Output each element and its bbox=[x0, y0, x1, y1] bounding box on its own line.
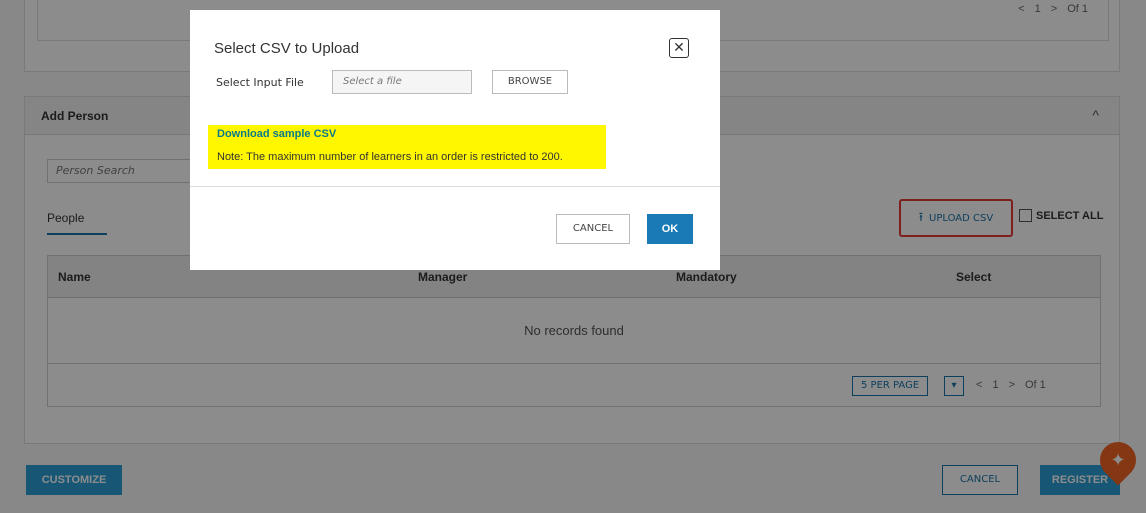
upload-csv-dialog: Select CSV to Upload ✕ Select Input File… bbox=[190, 10, 720, 270]
dialog-cancel-button[interactable]: CANCEL bbox=[556, 214, 630, 244]
close-icon[interactable]: ✕ bbox=[669, 38, 689, 58]
dialog-title: Select CSV to Upload bbox=[214, 40, 360, 57]
file-input[interactable]: Select a file bbox=[332, 70, 472, 94]
browse-button[interactable]: BROWSE bbox=[492, 70, 568, 94]
input-file-label: Select Input File bbox=[216, 76, 304, 89]
learner-limit-note: Note: The maximum number of learners in … bbox=[217, 151, 563, 163]
dialog-ok-button[interactable]: OK bbox=[647, 214, 693, 244]
download-sample-link[interactable]: Download sample CSV bbox=[217, 128, 336, 140]
dialog-divider bbox=[190, 186, 720, 187]
